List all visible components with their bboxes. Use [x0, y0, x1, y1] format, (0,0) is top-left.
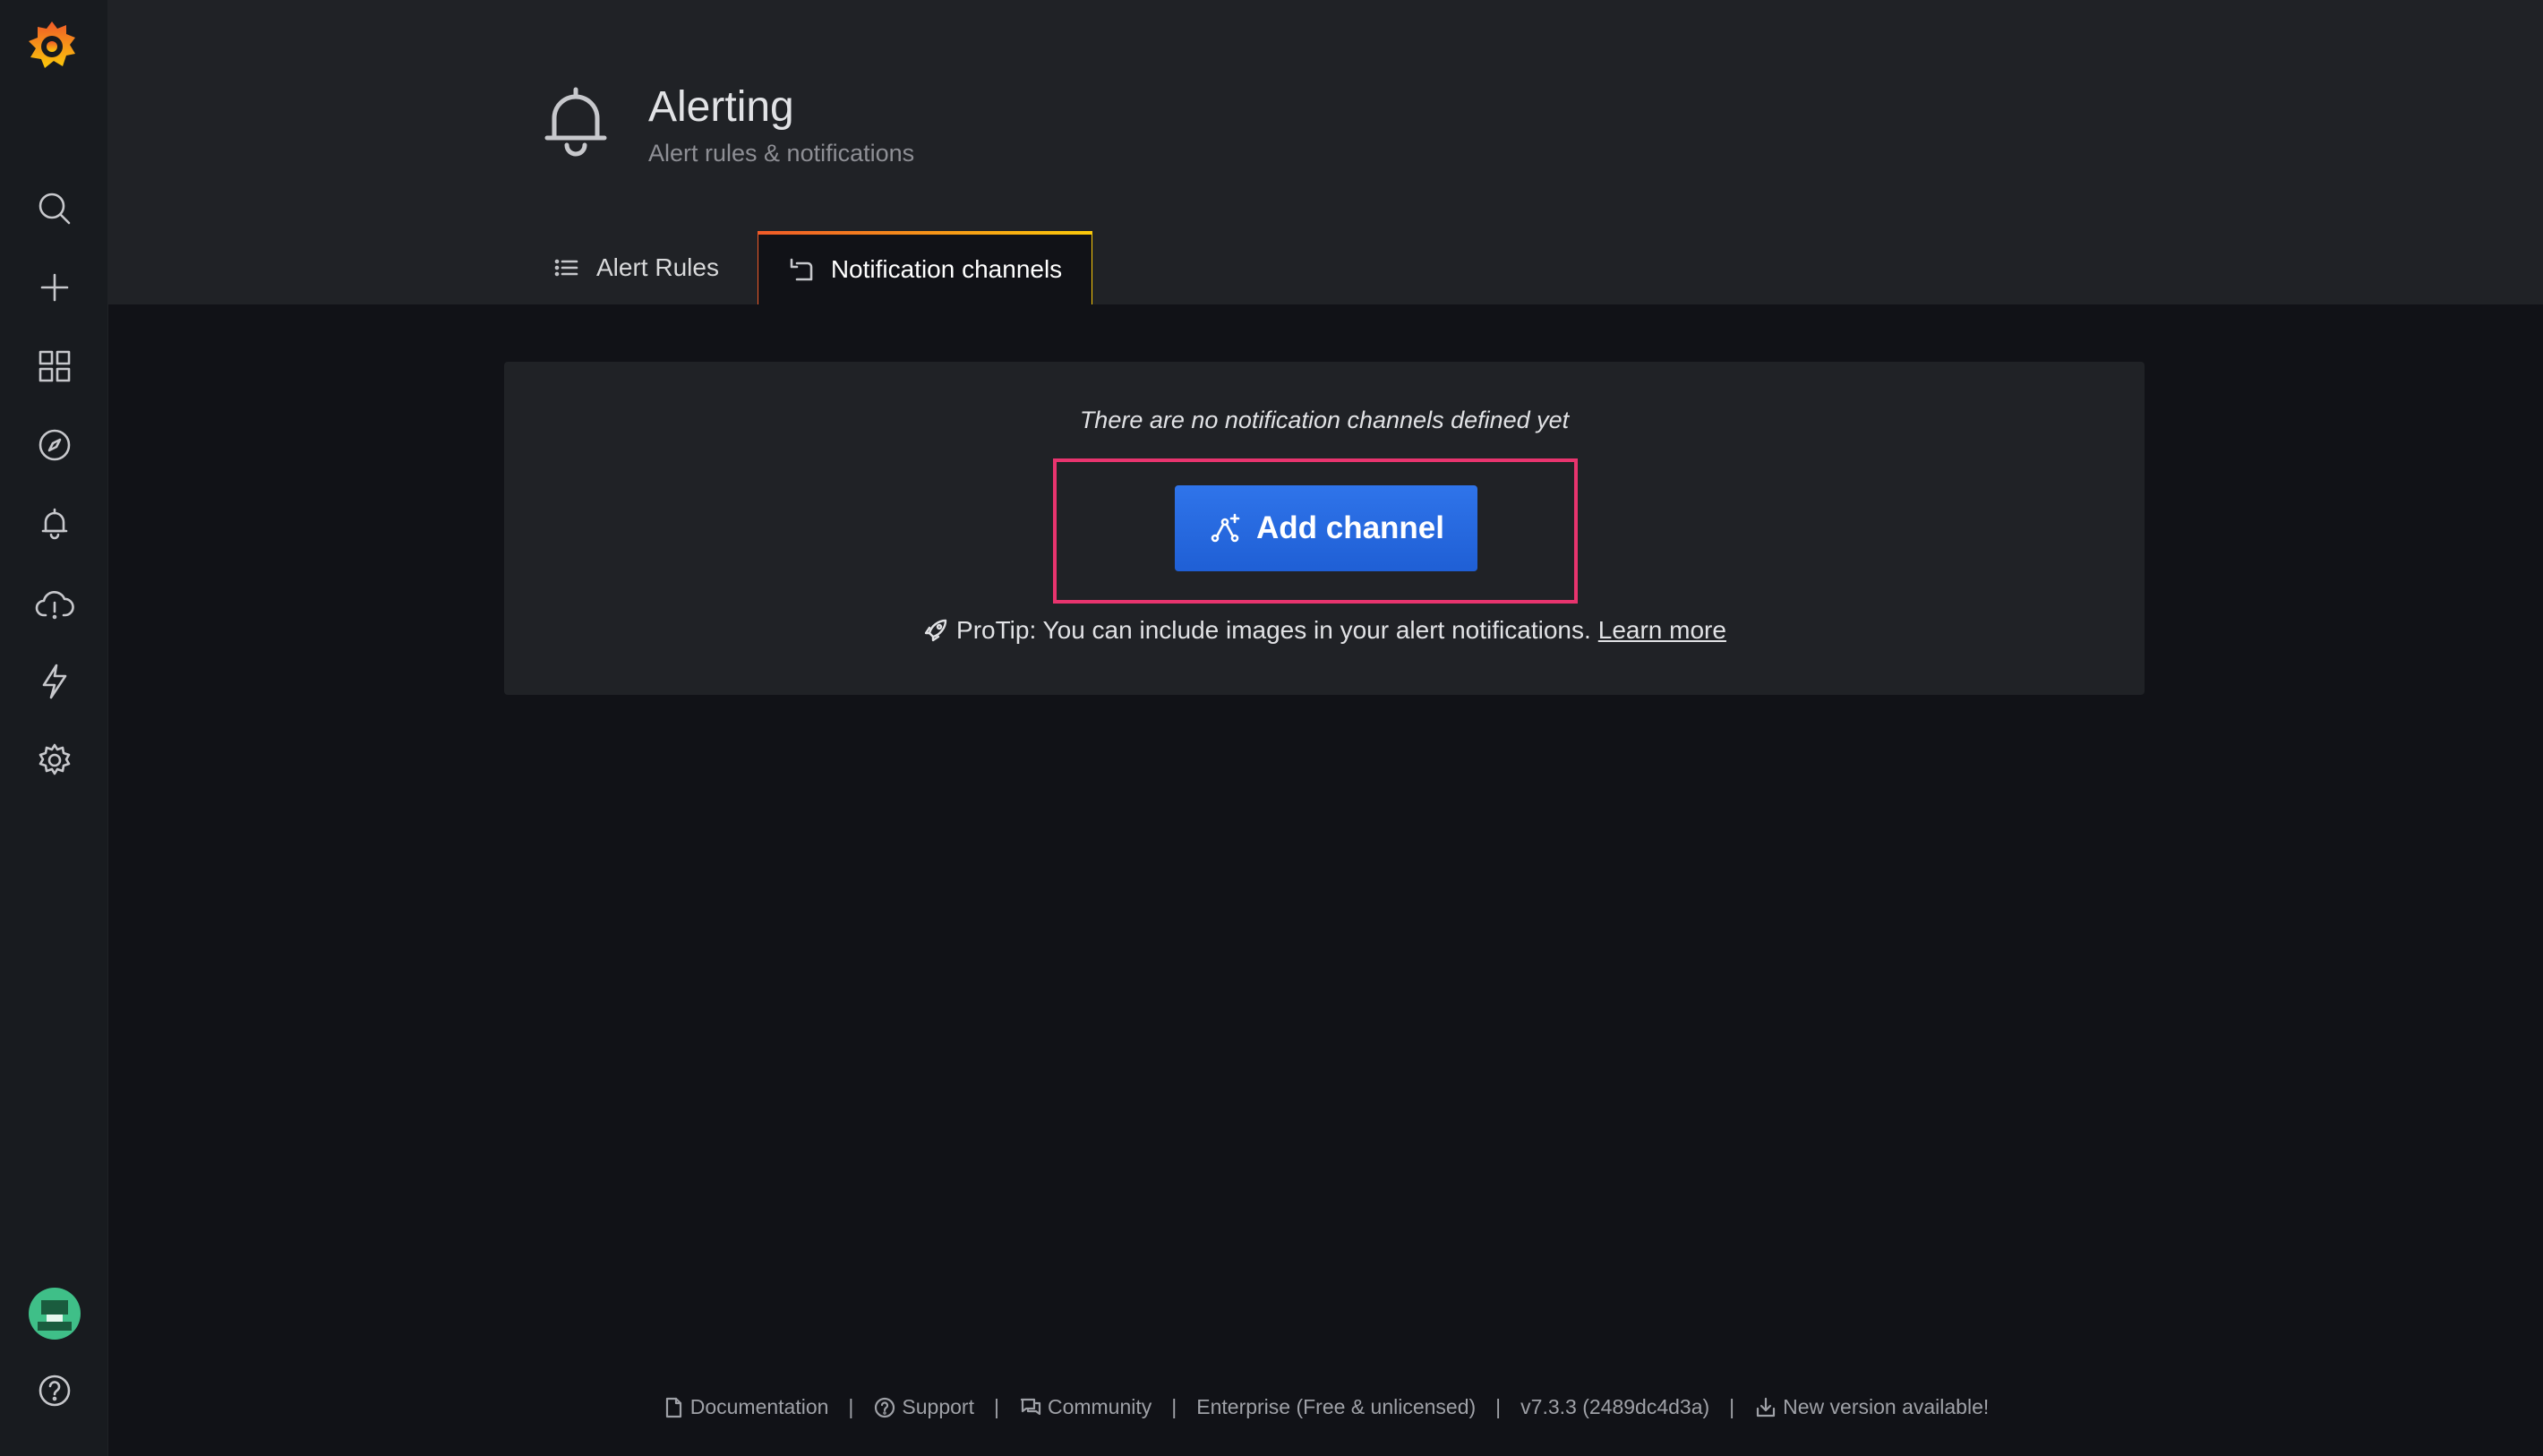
learn-more-link[interactable]: Learn more: [1598, 616, 1726, 645]
download-icon: [1757, 1397, 1776, 1417]
channel-icon: [790, 258, 813, 281]
footer-separator: |: [848, 1395, 854, 1418]
compass-icon[interactable]: [27, 417, 82, 473]
grafana-logo-icon[interactable]: [20, 16, 84, 81]
gear-icon[interactable]: [27, 732, 82, 788]
bell-icon: [540, 82, 612, 161]
add-channel-label: Add channel: [1255, 510, 1445, 545]
tab-label: Alert Rules: [596, 253, 719, 281]
dashboards-icon[interactable]: [27, 338, 82, 394]
footer-update-label: New version available!: [1783, 1395, 1990, 1418]
protip: ProTip: You can include images in your a…: [504, 616, 2145, 645]
empty-list-card: There are no notification channels defin…: [504, 362, 2145, 695]
protip-text: ProTip: You can include images in your a…: [956, 616, 1591, 644]
empty-message: There are no notification channels defin…: [1079, 407, 1570, 433]
plus-icon[interactable]: [27, 260, 82, 315]
comments-icon: [1020, 1398, 1041, 1415]
footer-support-label: Support: [902, 1395, 974, 1418]
list-icon: [554, 259, 578, 277]
tab-alert-rules[interactable]: Alert Rules: [535, 231, 737, 304]
footer-version-label: v7.3.3 (2489dc4d3a): [1520, 1395, 1710, 1418]
tab-notification-channels[interactable]: Notification channels: [758, 231, 1092, 304]
bell-icon[interactable]: [27, 496, 82, 552]
footer-separator: |: [993, 1395, 999, 1418]
help-icon[interactable]: [27, 1363, 82, 1418]
avatar[interactable]: [29, 1288, 81, 1340]
footer-version: v7.3.3 (2489dc4d3a): [1520, 1395, 1709, 1419]
footer-support-link[interactable]: Support: [873, 1395, 974, 1419]
footer-edition-link[interactable]: Enterprise (Free & unlicensed): [1196, 1395, 1476, 1419]
footer-separator: |: [1171, 1395, 1177, 1418]
search-icon[interactable]: [27, 181, 82, 236]
tab-label: Notification channels: [830, 255, 1063, 283]
footer-edition-label: Enterprise (Free & unlicensed): [1196, 1395, 1477, 1418]
cloud-alert-icon[interactable]: [27, 577, 82, 632]
question-circle-icon: [875, 1397, 895, 1417]
rocket-icon: [924, 619, 947, 642]
side-menu: [0, 0, 108, 1456]
page-title: Alerting: [648, 83, 794, 131]
bolt-icon[interactable]: [27, 654, 82, 709]
footer-documentation-link[interactable]: Documentation: [662, 1395, 829, 1419]
add-channel-button[interactable]: Add channel: [1175, 485, 1477, 571]
footer-separator: |: [1729, 1395, 1735, 1418]
footer-separator: |: [1495, 1395, 1502, 1418]
channel-add-icon: [1211, 513, 1240, 543]
footer-community-label: Community: [1047, 1395, 1152, 1418]
footer-documentation-label: Documentation: [689, 1395, 829, 1418]
page-subtitle: Alert rules & notifications: [648, 140, 915, 167]
footer-community-link[interactable]: Community: [1019, 1395, 1152, 1419]
footer: Documentation | Support | Community | En…: [107, 1395, 2543, 1419]
footer-update-link[interactable]: New version available!: [1754, 1395, 1989, 1419]
document-icon: [665, 1397, 681, 1417]
page-header: Alerting Alert rules & notifications Ale…: [107, 0, 2543, 304]
